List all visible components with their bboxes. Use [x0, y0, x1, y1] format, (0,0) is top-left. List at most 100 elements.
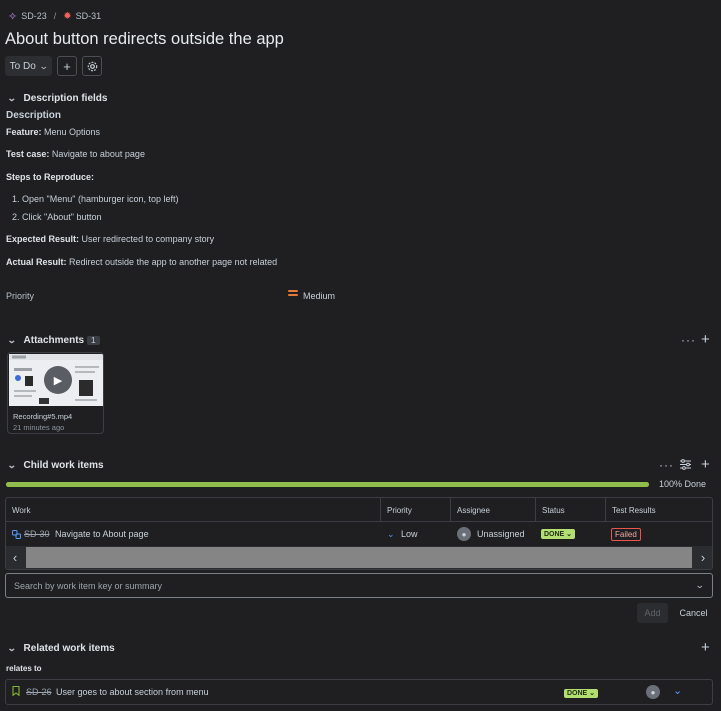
testcase-value: Navigate to about page — [51, 149, 145, 159]
add-attachment-icon[interactable]: + — [701, 332, 710, 347]
more-actions-icon[interactable]: ··· — [681, 333, 696, 347]
steps-line: Steps to Reproduce: — [6, 172, 94, 182]
filter-sliders-icon[interactable] — [680, 459, 691, 473]
add-button[interactable]: Add — [637, 603, 668, 623]
epic-sparkle-icon: ✧ — [8, 10, 18, 23]
section-title: Description fields — [23, 92, 108, 104]
chevron-down-icon: ⌄ — [6, 642, 17, 653]
story-bookmark-icon — [12, 685, 20, 698]
attachments-header[interactable]: ⌄ Attachments 1 — [7, 333, 100, 347]
breadcrumb-parent-link[interactable]: SD-23 — [21, 11, 47, 21]
description-fields-header[interactable]: ⌄ Description fields — [6, 91, 108, 105]
breadcrumb-separator: / — [53, 11, 57, 21]
page-title[interactable]: About button redirects outside the app — [5, 30, 284, 49]
low-priority-icon: ⌄ — [387, 528, 395, 539]
section-title: Attachments — [23, 334, 85, 346]
avatar-icon: ● — [457, 527, 471, 541]
column-header-assignee[interactable]: Assignee — [451, 498, 536, 522]
attachment-count-badge: 1 — [87, 335, 100, 345]
step-item: 2. Click "About" button — [12, 212, 101, 222]
scrollbar-thumb[interactable] — [26, 547, 692, 568]
testcase-label: Test case: — [6, 149, 50, 159]
testcase-line: Test case: Navigate to about page — [6, 149, 145, 159]
expected-line: Expected Result: User redirected to comp… — [6, 234, 214, 244]
feature-line: Feature: Menu Options — [6, 127, 100, 137]
status-badge: DONE ⌄ — [541, 529, 576, 539]
steps-label: Steps to Reproduce: — [6, 172, 95, 182]
step-item: 1. Open "Menu" (hamburger icon, top left… — [12, 194, 179, 204]
status-badge-text: DONE — [544, 531, 565, 538]
actual-value: Redirect outside the app to another page… — [69, 257, 278, 267]
table-header: Work Priority Assignee Status Test Resul… — [6, 498, 712, 522]
child-items-table: Work Priority Assignee Status Test Resul… — [5, 497, 713, 570]
chevron-down-icon: ⌄ — [6, 459, 17, 470]
table-row[interactable]: SD-30 Navigate to About page ⌄ Low ● Una… — [6, 522, 712, 546]
related-item-key[interactable]: SD-26 — [26, 687, 52, 697]
description-label: Description — [6, 110, 62, 121]
subtask-icon — [12, 522, 21, 546]
expected-value: User redirected to company story — [81, 234, 215, 244]
work-item-summary[interactable]: Navigate to About page — [55, 522, 149, 546]
chevron-down-icon: ⌄ — [6, 92, 17, 103]
progress-label: 100% Done — [659, 479, 707, 489]
step-number: 2. — [12, 212, 20, 222]
work-item-key[interactable]: SD-30 — [24, 522, 50, 546]
scroll-right-icon[interactable]: › — [694, 546, 712, 569]
section-title: Related work items — [23, 642, 115, 654]
play-icon[interactable]: ▶ — [44, 366, 72, 394]
column-header-priority[interactable]: Priority — [381, 498, 451, 522]
column-header-test-results[interactable]: Test Results — [606, 498, 712, 522]
chevron-down-icon[interactable]: ⌄ — [695, 580, 705, 591]
related-items-header[interactable]: ⌄ Related work items — [6, 641, 115, 655]
progress-bar — [6, 482, 649, 487]
bug-icon: ✹ — [63, 10, 72, 22]
step-text: Click "About" button — [22, 212, 102, 222]
medium-priority-icon — [288, 290, 298, 299]
assignee-name: Unassigned — [477, 529, 525, 539]
step-number: 1. — [12, 194, 20, 204]
child-items-header[interactable]: ⌄ Child work items — [6, 458, 104, 472]
avatar-icon[interactable]: ● — [646, 685, 660, 699]
progress-fill — [6, 482, 649, 487]
more-actions-icon[interactable]: ··· — [659, 458, 674, 472]
step-text: Open "Menu" (hamburger icon, top left) — [22, 194, 179, 204]
expected-label: Expected Result: — [6, 234, 80, 244]
cancel-button[interactable]: Cancel — [676, 603, 711, 623]
attachment-card[interactable]: ▶ Recording#5.mp4 21 minutes ago — [7, 352, 104, 434]
failed-badge: Failed — [611, 527, 641, 541]
video-thumbnail: ▶ — [9, 354, 103, 406]
actual-line: Actual Result: Redirect outside the app … — [6, 257, 277, 267]
plus-icon: + — [63, 58, 71, 74]
related-item-row[interactable]: SD-26 User goes to about section from me… — [5, 679, 713, 705]
test-results-cell[interactable]: Failed — [611, 522, 641, 546]
assignee-cell[interactable]: ● Unassigned — [457, 522, 525, 546]
settings-button[interactable] — [82, 56, 102, 76]
work-item-search-input[interactable]: Search by work item key or summary ⌄ — [5, 573, 713, 598]
attachment-filename: Recording#5.mp4 — [13, 412, 73, 421]
gear-icon — [87, 61, 97, 71]
scroll-left-icon[interactable]: ‹ — [6, 546, 24, 569]
status-dropdown[interactable]: To Do ⌄ — [5, 56, 52, 76]
status-cell[interactable]: DONE ⌄ — [541, 522, 576, 546]
related-item-summary[interactable]: User goes to about section from menu — [56, 687, 209, 697]
search-placeholder: Search by work item key or summary — [14, 580, 163, 591]
chevron-down-icon: ⌄ — [38, 60, 49, 71]
related-status-cell[interactable]: DONE ⌄ — [564, 687, 599, 698]
add-button[interactable]: + — [57, 56, 77, 76]
feature-label: Feature: — [6, 127, 42, 137]
column-header-status[interactable]: Status — [536, 498, 606, 522]
breadcrumb: ✧ SD-23 / ✹ SD-31 — [8, 9, 101, 23]
priority-value[interactable]: Low — [401, 522, 418, 546]
column-header-work[interactable]: Work — [6, 498, 381, 522]
priority-value[interactable]: Medium — [303, 291, 335, 301]
add-related-item-icon[interactable]: + — [701, 640, 710, 655]
relation-type-label: relates to — [6, 664, 42, 673]
breadcrumb-current-link[interactable]: SD-31 — [76, 11, 102, 21]
add-child-item-icon[interactable]: + — [701, 457, 710, 472]
horizontal-scrollbar[interactable]: ‹ › — [6, 546, 712, 569]
priority-label: Priority — [6, 291, 35, 301]
attachment-time: 21 minutes ago — [13, 423, 65, 432]
section-title: Child work items — [23, 459, 104, 471]
status-badge: DONE ⌄ — [564, 689, 599, 698]
chevron-down-icon[interactable]: ⌄ — [673, 684, 682, 697]
